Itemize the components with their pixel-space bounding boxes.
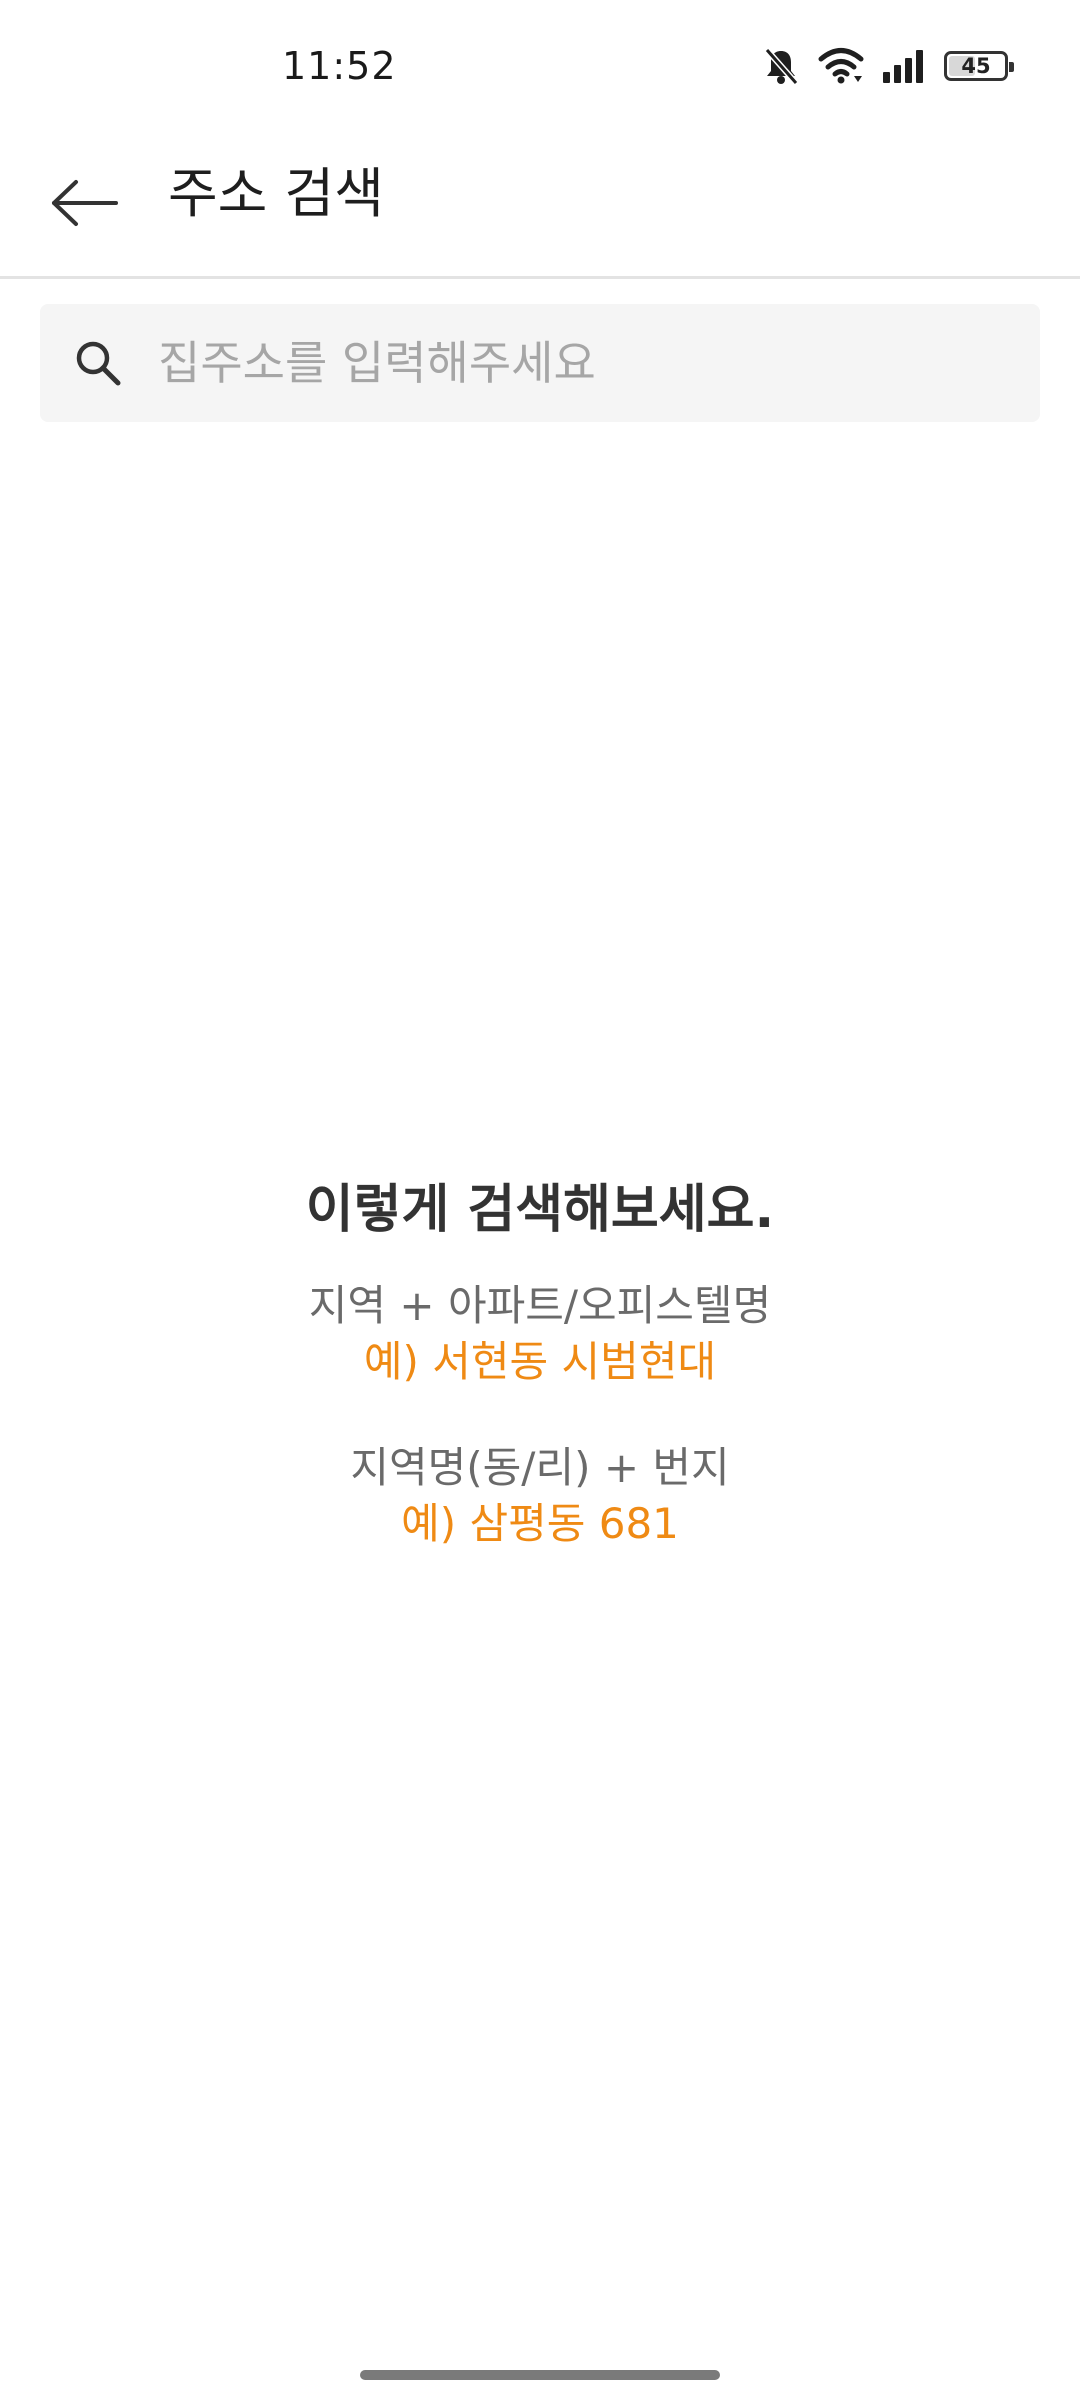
search-input[interactable]: [158, 323, 1040, 403]
guide-group: 지역 + 아파트/오피스텔명 예) 서현동 시범현대: [0, 1278, 1080, 1390]
guide-heading: 이렇게 검색해보세요.: [305, 1180, 775, 1240]
status-time: 11:52: [282, 44, 397, 88]
guide-example: 예) 삼평동 681: [401, 1499, 679, 1548]
arrow-left-icon: [50, 178, 120, 232]
guide-label: 지역 + 아파트/오피스텔명: [308, 1281, 772, 1330]
search-guide: 이렇게 검색해보세요. 지역 + 아파트/오피스텔명 예) 서현동 시범현대 지…: [0, 1170, 1080, 1552]
battery-icon: 45: [944, 51, 1014, 81]
battery-level: 45: [961, 54, 991, 78]
header-divider: [0, 276, 1080, 279]
page-title: 주소 검색: [168, 162, 384, 225]
signal-icon: [882, 48, 926, 84]
bell-muted-icon: [762, 46, 800, 86]
back-button[interactable]: [40, 160, 130, 250]
search-box[interactable]: [40, 304, 1040, 422]
home-indicator[interactable]: [360, 2370, 720, 2380]
wifi-icon: [818, 46, 864, 86]
search-icon: [70, 335, 126, 391]
status-bar: 11:52 45: [0, 0, 1080, 130]
guide-group: 지역명(동/리) + 번지 예) 삼평동 681: [0, 1440, 1080, 1552]
guide-example: 예) 서현동 시범현대: [363, 1337, 717, 1386]
status-icons: 45: [762, 46, 1014, 86]
guide-label: 지역명(동/리) + 번지: [350, 1443, 730, 1492]
app-bar: 주소 검색: [0, 130, 1080, 278]
screen: 11:52 45 주소 검색 집주소를 입력해주세요 이렇게 검색해보세요. 지…: [0, 0, 1080, 2400]
